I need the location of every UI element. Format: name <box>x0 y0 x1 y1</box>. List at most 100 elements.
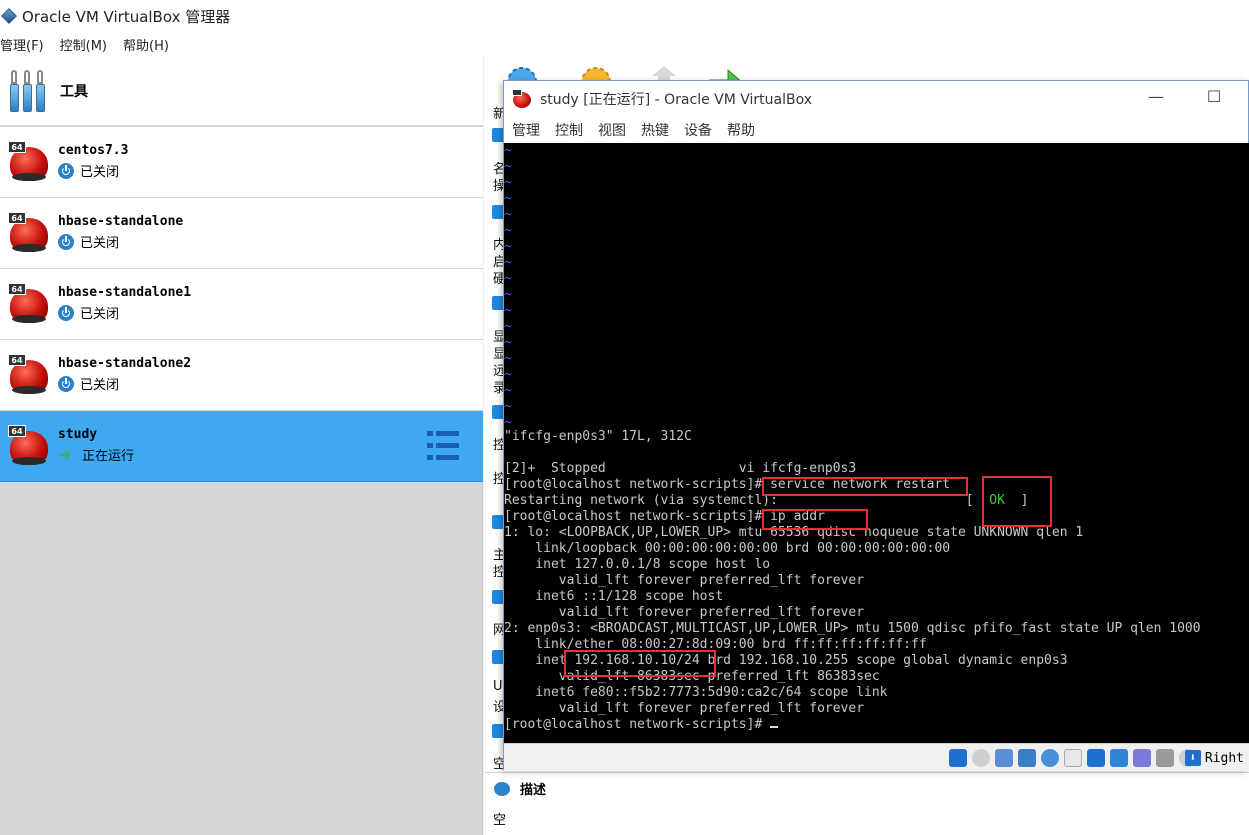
power-off-icon <box>58 162 74 179</box>
highlight-ip-address <box>564 650 716 677</box>
vm-item-hbase-standalone2[interactable]: 64 hbase-standalone2 已关闭 <box>0 340 483 411</box>
main-window-titlebar: Oracle VM VirtualBox 管理器 <box>0 0 1249 32</box>
console-line: inet6 fe80::f5b2:7773:5d90:ca2c/64 scope… <box>504 685 888 700</box>
running-arrow-icon: ➔ <box>58 444 72 464</box>
power-off-icon <box>58 233 74 250</box>
vi-tilde: ~ <box>504 143 512 158</box>
vm-menu-view[interactable]: 视图 <box>598 120 626 140</box>
virtualbox-logo-icon <box>1 8 17 24</box>
vi-tilde: ~ <box>504 399 512 414</box>
console-line: valid_lft forever preferred_lft forever <box>504 701 865 716</box>
vm-state: 已关闭 <box>58 161 119 180</box>
console-line: [2]+ Stopped vi ifcfg-enp0s3 <box>504 461 857 476</box>
vi-tilde: ~ <box>504 335 512 350</box>
tools-label: 工具 <box>60 83 88 100</box>
vi-tilde: ~ <box>504 351 512 366</box>
vi-tilde: ~ <box>504 287 512 302</box>
speech-bubble-icon <box>494 781 510 796</box>
redhat-os-icon: 64 <box>8 425 48 465</box>
console-line: inet 127.0.0.1/8 scope host lo <box>504 557 771 572</box>
text-cursor <box>770 726 779 728</box>
power-off-icon <box>58 304 74 321</box>
vm-state: 已关闭 <box>58 232 119 251</box>
console-line: valid_lft forever preferred_lft forever <box>504 573 865 588</box>
description-section: 描述 空 <box>484 772 1249 835</box>
description-header[interactable]: 描述 <box>494 779 546 798</box>
console-prompt-line: [root@localhost network-scripts]# <box>504 717 779 733</box>
vi-tilde: ~ <box>504 303 512 318</box>
menu-control[interactable]: 控制(M) <box>60 35 107 54</box>
redhat-os-icon: 64 <box>8 141 48 181</box>
vm-statusbar: ⬇ Right <box>504 743 1249 771</box>
highlight-ok-status <box>982 476 1052 527</box>
vm-window-titlebar: study [正在运行] - Oracle VM VirtualBox — ☐ <box>504 81 1249 117</box>
vm-list-panel: 工具 64 centos7.3 已关闭 64 hbase-standalone … <box>0 56 483 835</box>
highlight-ip-addr-command <box>762 509 868 530</box>
vm-window-title: study [正在运行] - Oracle VM VirtualBox <box>540 92 813 108</box>
vi-tilde: ~ <box>504 159 512 174</box>
vm-item-centos7-3[interactable]: 64 centos7.3 已关闭 <box>0 127 483 198</box>
redhat-os-icon: 64 <box>8 354 48 394</box>
hard-disk-icon[interactable] <box>949 749 967 767</box>
vm-window: study [正在运行] - Oracle VM VirtualBox — ☐ … <box>503 80 1249 771</box>
vm-name: centos7.3 <box>58 143 129 158</box>
vm-menubar: 管理 控制 视图 热键 设备 帮助 <box>504 117 1249 143</box>
vm-state: 已关闭 <box>58 303 119 322</box>
network-icon[interactable] <box>1018 749 1036 767</box>
audio-icon[interactable] <box>995 749 1013 767</box>
vm-item-study[interactable]: 64 study ➔ 正在运行 <box>0 411 483 482</box>
vm-item-menu-icon[interactable] <box>427 431 459 461</box>
vm-state: ➔ 正在运行 <box>58 444 135 464</box>
menu-help[interactable]: 帮助(H) <box>123 35 169 54</box>
virtualization-icon[interactable] <box>1133 749 1151 767</box>
keyboard-icon[interactable] <box>1156 749 1174 767</box>
power-off-icon <box>58 375 74 392</box>
main-menubar: 管理(F) 控制(M) 帮助(H) <box>0 32 1249 56</box>
vi-tilde: ~ <box>504 383 512 398</box>
main-window-title: Oracle VM VirtualBox 管理器 <box>22 7 231 26</box>
vm-menu-help[interactable]: 帮助 <box>727 120 755 140</box>
vm-state: 已关闭 <box>58 374 119 393</box>
usb-icon[interactable] <box>1041 749 1059 767</box>
host-key-indicator: ⬇ Right <box>1184 750 1244 766</box>
vm-console-screen[interactable]: ~ ~ ~ ~ ~ ~ ~ ~ ~ ~ ~ ~ ~ ~ ~ ~ ~ ~ "ifcfg-enp0s3" 17L, 3… <box>504 143 1249 743</box>
vm-name: hbase-standalone <box>58 214 184 229</box>
tools-item[interactable]: 工具 <box>0 56 483 126</box>
highlight-restart-command <box>762 477 968 496</box>
vi-tilde: ~ <box>504 367 512 382</box>
description-value: 空 <box>493 813 507 828</box>
vi-tilde: ~ <box>504 255 512 270</box>
menu-manage[interactable]: 管理(F) <box>0 35 44 54</box>
vm-menu-control[interactable]: 控制 <box>555 120 583 140</box>
vi-tilde: ~ <box>504 191 512 206</box>
vm-name: hbase-standalone2 <box>58 356 192 371</box>
vm-menu-hotkey[interactable]: 热键 <box>641 120 669 140</box>
maximize-button[interactable]: ☐ <box>1204 87 1224 107</box>
display-icon[interactable] <box>1087 749 1105 767</box>
vm-name: study <box>58 427 98 442</box>
console-line: inet6 ::1/128 scope host <box>504 589 724 604</box>
shared-folder-icon[interactable] <box>1064 749 1082 767</box>
vi-tilde: ~ <box>504 223 512 238</box>
vi-tilde: ~ <box>504 271 512 286</box>
console-line: valid_lft forever preferred_lft forever <box>504 605 865 620</box>
details-fragment: U <box>493 679 503 694</box>
optical-drive-icon[interactable] <box>972 749 990 767</box>
minimize-button[interactable]: — <box>1146 87 1166 107</box>
redhat-os-icon <box>512 89 532 109</box>
video-capture-icon[interactable] <box>1110 749 1128 767</box>
console-line: 2: enp0s3: <BROADCAST,MULTICAST,UP,LOWER… <box>504 621 1201 636</box>
vm-name: hbase-standalone1 <box>58 285 192 300</box>
vm-item-hbase-standalone1[interactable]: 64 hbase-standalone1 已关闭 <box>0 269 483 340</box>
vi-tilde: ~ <box>504 207 512 222</box>
vm-menu-devices[interactable]: 设备 <box>684 120 712 140</box>
vm-menu-manage[interactable]: 管理 <box>512 120 540 140</box>
console-line: "ifcfg-enp0s3" 17L, 312C <box>504 429 692 444</box>
host-key-arrow-icon: ⬇ <box>1184 750 1201 766</box>
redhat-os-icon: 64 <box>8 212 48 252</box>
vm-item-hbase-standalone[interactable]: 64 hbase-standalone 已关闭 <box>0 198 483 269</box>
console-line: link/loopback 00:00:00:00:00:00 brd 00:0… <box>504 541 951 556</box>
vi-tilde: ~ <box>504 175 512 190</box>
vi-tilde: ~ <box>504 319 512 334</box>
redhat-os-icon: 64 <box>8 283 48 323</box>
